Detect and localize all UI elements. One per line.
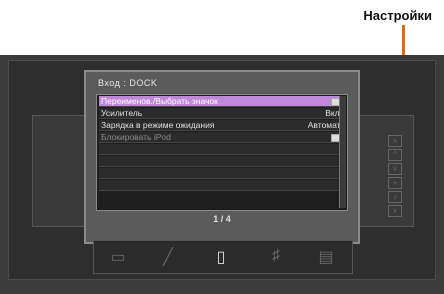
ipod-dock-icon[interactable]: ▯ <box>209 247 233 266</box>
side-icon: » <box>388 135 402 147</box>
menu-item-label: Зарядка в режиме ожидания <box>101 120 215 130</box>
empty-menu-row <box>99 144 345 155</box>
side-icon: x <box>388 205 402 217</box>
speaker-icon[interactable]: ♯ <box>264 247 288 265</box>
settings-dialog: Вход : DOCK Переименов./Выбрать значок У… <box>84 70 360 244</box>
dialog-title: Вход : DOCK <box>98 78 158 88</box>
side-icon: ^ <box>388 149 402 161</box>
empty-menu-row <box>99 156 345 167</box>
side-icon: v <box>388 163 402 175</box>
settings-callout-label: Настройки <box>363 8 432 23</box>
menu-item-standby-charge[interactable]: Зарядка в режиме ожидания Автомат. <box>99 120 345 131</box>
menu-item-label: Усилитель <box>101 108 143 118</box>
menu-item-amplifier[interactable]: Усилитель Вкл. <box>99 108 345 119</box>
empty-menu-row <box>99 180 345 191</box>
page-indicator: 1 / 4 <box>213 214 231 224</box>
menu-item-lock-ipod: Блокировать iPod <box>99 132 345 143</box>
settings-menu: Переименов./Выбрать значок Усилитель Вкл… <box>96 94 348 211</box>
menu-item-label: Переименов./Выбрать значок <box>101 96 218 106</box>
empty-menu-row <box>99 168 345 179</box>
menu-item-rename[interactable]: Переименов./Выбрать значок <box>99 96 345 107</box>
receiver-icon[interactable]: ▭ <box>106 247 130 266</box>
menu-item-value: Автомат. <box>307 120 342 130</box>
side-icon: ♪ <box>388 191 402 203</box>
input-source-bar: ▭ ╱ ▯ ♯ ▤ <box>93 240 353 274</box>
cable-icon[interactable]: ╱ <box>156 247 180 266</box>
side-icon-column: » ^ v » ♪ x <box>388 133 404 219</box>
menu-item-label: Блокировать iPod <box>101 132 171 142</box>
tuner-icon[interactable]: ▤ <box>314 247 338 266</box>
side-icon: » <box>388 177 402 189</box>
menu-scrollbar[interactable] <box>339 96 346 208</box>
